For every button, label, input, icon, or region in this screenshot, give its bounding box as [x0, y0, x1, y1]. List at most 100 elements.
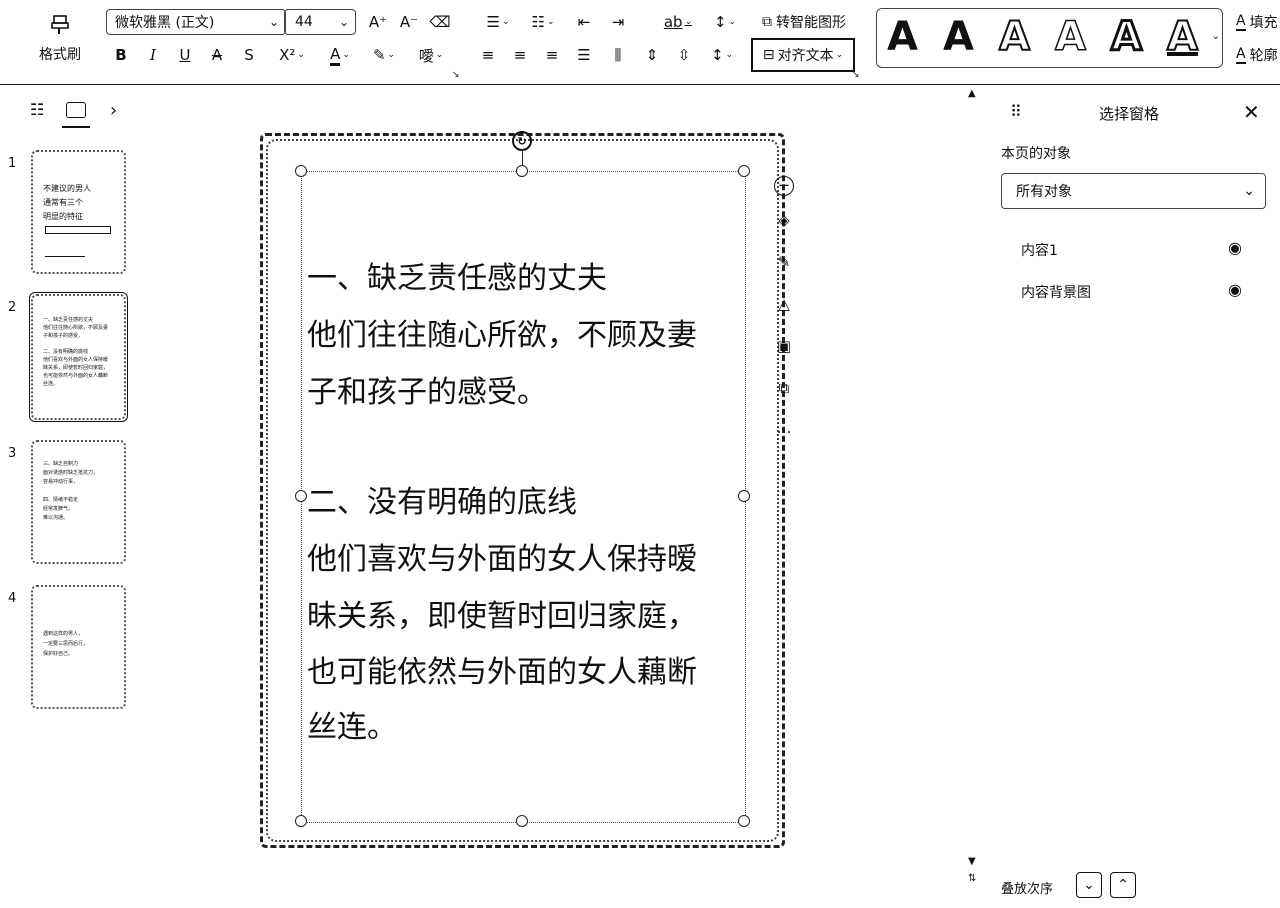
phonetic-guide-icon[interactable]: 噯 ⌄ — [412, 43, 450, 67]
slide-thumbnail-3[interactable]: 三、缺乏自制力 面对诱惑时缺乏抵抗力， 容易冲动行事， 四、情绪不稳定 经常发脾… — [31, 440, 126, 564]
superscript-button[interactable]: X² ⌄ — [272, 43, 312, 67]
text-outline-button[interactable]: A 轮廓 — [1236, 43, 1280, 67]
clear-format-icon[interactable]: ⌫ — [428, 10, 452, 34]
bullet-list-icon[interactable]: ☰ ⌄ — [480, 10, 516, 34]
wordart-style-3[interactable]: A — [998, 16, 1031, 58]
move-up-button[interactable]: ⌃ — [1110, 872, 1136, 898]
wordart-gallery[interactable]: A A A A A A ⌄ — [876, 8, 1223, 68]
scroll-up-icon[interactable]: ▲ — [968, 88, 976, 99]
fill-color-icon[interactable]: ◬ — [770, 290, 798, 318]
slide-view-icon — [66, 102, 86, 118]
slide-paragraph-line[interactable]: 他们往往随心所欲，不顾及妻 — [307, 309, 697, 363]
object-filter-select[interactable]: 所有对象 ⌄ — [1001, 173, 1266, 209]
move-down-button[interactable]: ⌄ — [1076, 872, 1102, 898]
align-text-label: 对齐文本 — [777, 48, 834, 64]
slide-heading-2[interactable]: 二、没有明确的底线 — [307, 476, 577, 530]
slide-paragraph-line[interactable]: 也可能依然与外面的女人藕断 — [307, 646, 697, 700]
layers-icon[interactable]: ◈ — [770, 206, 798, 234]
object-item-content1[interactable]: 内容1 — [1021, 240, 1058, 260]
font-dialog-launcher-icon[interactable]: ↘ — [452, 70, 460, 80]
eye-icon[interactable]: ◉ — [1228, 238, 1242, 257]
text-fill-button[interactable]: A 填充 — [1236, 10, 1280, 34]
italic-button[interactable]: I — [142, 43, 164, 67]
resize-handle-bl[interactable] — [295, 815, 307, 827]
format-painter-label[interactable]: 格式刷 — [30, 44, 90, 64]
text-outline-icon: A — [1236, 46, 1246, 64]
highlight-icon[interactable]: ✎ ⌄ — [366, 43, 402, 67]
thumb-line: 容易冲动行事， — [43, 479, 79, 485]
wordart-style-2[interactable]: A — [943, 17, 974, 57]
format-painter-icon[interactable] — [40, 10, 80, 40]
chevron-right-icon[interactable]: › — [110, 100, 117, 121]
outline-view-icon[interactable]: ☷ — [30, 100, 50, 122]
slide-paragraph-line[interactable]: 子和孩子的感受。 — [307, 366, 547, 420]
grow-font-button[interactable]: A⁺ — [366, 10, 390, 34]
close-icon[interactable]: ✕ — [1243, 100, 1260, 124]
text-direction-icon[interactable]: ↕ ⌄ — [706, 10, 744, 34]
paragraph-spacing-icon[interactable]: ⇳ — [672, 43, 696, 67]
slides-view-tab[interactable] — [62, 100, 90, 128]
brush-icon[interactable]: ✎ — [770, 248, 798, 276]
object-item-content-background[interactable]: 内容背景图 — [1021, 282, 1091, 302]
font-size-select[interactable]: 44 ⌄ — [284, 9, 356, 35]
slide-thumbnail-1[interactable]: 不建议的男人 通常有三个 明显的特征 — [31, 150, 126, 274]
underline-button[interactable]: U — [174, 43, 196, 67]
paragraph-dialog-launcher-icon[interactable]: ↘ — [852, 70, 860, 80]
numbered-list-icon[interactable]: ☷ ⌄ — [525, 10, 561, 34]
wordart-style-4[interactable]: A — [1054, 16, 1086, 58]
char-spacing-button[interactable]: ab ⌄ — [660, 10, 696, 34]
shadow-button[interactable]: S — [238, 43, 260, 67]
align-text-button[interactable]: ⊟ 对齐文本 ⌄ — [751, 38, 855, 72]
font-color-button[interactable]: A ⌄ — [322, 43, 358, 67]
align-left-icon[interactable]: ≡ — [476, 43, 500, 67]
zoom-out-icon[interactable]: − — [770, 172, 798, 200]
slide-number: 2 — [8, 300, 17, 315]
strikethrough-button[interactable]: A — [206, 43, 228, 67]
bold-button[interactable]: B — [110, 43, 132, 67]
to-smart-art-button[interactable]: ⧉ 转智能图形 — [754, 10, 854, 34]
eye-icon[interactable]: ◉ — [1228, 280, 1242, 299]
thumb-line: 三、缺乏自制力 — [43, 461, 79, 467]
resize-handle-bc[interactable] — [516, 815, 528, 827]
wordart-style-1[interactable]: A — [887, 17, 918, 57]
resize-handle-tc[interactable] — [516, 165, 528, 177]
thumb-line: 遇到这样的男人， — [43, 631, 84, 637]
align-center-icon[interactable]: ≡ — [508, 43, 532, 67]
justify-icon[interactable]: ☰ — [572, 43, 596, 67]
resize-handle-mr[interactable] — [738, 490, 750, 502]
wordart-style-6[interactable]: A — [1166, 16, 1199, 58]
frame-icon[interactable]: ▣ — [770, 332, 798, 360]
resize-handle-tr[interactable] — [738, 165, 750, 177]
slide-heading-1[interactable]: 一、缺乏责任感的丈夫 — [307, 252, 607, 306]
rotate-handle-icon[interactable]: ↻ — [512, 131, 532, 151]
more-icon[interactable]: … — [770, 414, 798, 442]
resize-handle-ml[interactable] — [295, 490, 307, 502]
decrease-indent-icon[interactable]: ⇤ — [572, 10, 596, 34]
distributed-icon[interactable]: ⫼ — [606, 43, 630, 67]
shape-replace-icon[interactable]: ⧉ — [770, 374, 798, 402]
font-name-select[interactable]: 微软雅黑 (正文) ⌄ — [106, 9, 286, 35]
slide-thumbnail-2-selected[interactable]: 一、缺乏责任感的丈夫 他们往往随心所欲，不顾及妻 子和孩子的感受。 二、没有明确… — [29, 292, 128, 422]
wordart-style-5[interactable]: A — [1110, 16, 1144, 59]
phonetic-label: 噯 — [418, 46, 434, 65]
slide-paragraph-line[interactable]: 丝连。 — [307, 701, 397, 755]
text-fill-icon: A — [1236, 13, 1246, 31]
slide-thumbnail-4[interactable]: 遇到这样的男人， 一定要三思而后行， 保护好自己。 — [31, 585, 126, 709]
slide-paragraph-line[interactable]: 他们喜欢与外面的女人保持暧 — [307, 533, 697, 587]
slide-paragraph-line[interactable]: 昧关系，即使暂时回归家庭， — [307, 590, 697, 644]
thumb-line: 经常发脾气， — [43, 506, 74, 512]
thumb-line: 也可能依然与外面的女人藕断 — [43, 373, 109, 379]
align-right-icon[interactable]: ≡ — [540, 43, 564, 67]
resize-handle-br[interactable] — [738, 815, 750, 827]
para-spacing-dropdown-icon[interactable]: ↕ ⌄ — [704, 43, 740, 67]
line-spacing-icon[interactable]: ⇕ — [640, 43, 664, 67]
resize-handle-tl[interactable] — [295, 165, 307, 177]
thumb-line: 子和孩子的感受。 — [43, 333, 84, 339]
drag-handle-icon[interactable]: ⠿ — [1010, 102, 1022, 121]
selection-pane-title: 选择窗格 — [1099, 105, 1160, 123]
scroll-down-icon[interactable]: ▼ — [968, 856, 976, 867]
chevron-down-icon: ⌄ — [338, 15, 349, 29]
shrink-font-button[interactable]: A⁻ — [397, 10, 421, 34]
gallery-more-icon[interactable]: ⌄ — [1212, 31, 1220, 42]
increase-indent-icon[interactable]: ⇥ — [606, 10, 630, 34]
